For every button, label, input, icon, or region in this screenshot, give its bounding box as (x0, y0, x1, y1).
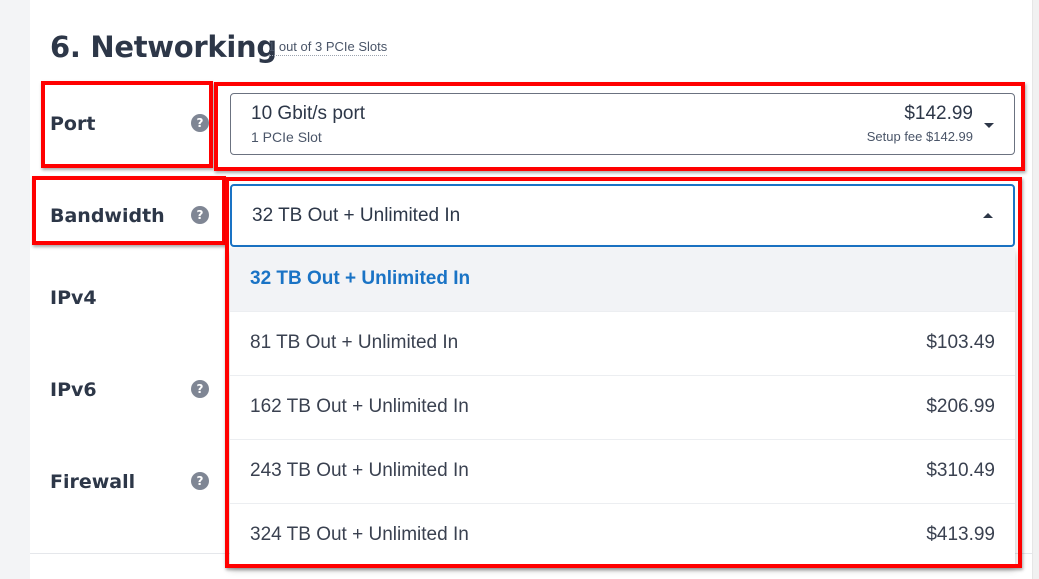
bandwidth-option-price: $206.99 (926, 396, 995, 417)
port-option-price: $142.99 (904, 103, 973, 124)
question-circle-icon[interactable]: ? (191, 380, 209, 398)
port-setup-fee: Setup fee $142.99 (866, 129, 973, 144)
bandwidth-option[interactable]: 162 TB Out + Unlimited In $206.99 (230, 376, 1015, 440)
port-select[interactable]: 10 Gbit/s port 1 PCIe Slot $142.99 Setup… (230, 93, 1015, 155)
bandwidth-dropdown-list: 32 TB Out + Unlimited In 81 TB Out + Unl… (230, 248, 1015, 565)
bandwidth-option[interactable]: 32 TB Out + Unlimited In (230, 248, 1015, 312)
bandwidth-option[interactable]: 324 TB Out + Unlimited In $413.99 (230, 504, 1015, 568)
caret-up-icon (983, 213, 993, 218)
page-background-left (0, 0, 30, 579)
question-circle-icon[interactable]: ? (191, 472, 209, 490)
bandwidth-select[interactable]: 32 TB Out + Unlimited In (230, 184, 1015, 247)
bandwidth-option-label: 32 TB Out + Unlimited In (250, 268, 471, 289)
bandwidth-option[interactable]: 81 TB Out + Unlimited In $103.49 (230, 312, 1015, 376)
pcie-slots-note[interactable]: 1 out of 3 PCIe Slots (268, 39, 388, 56)
ipv6-label: IPv6 (50, 379, 97, 401)
bandwidth-selected-value: 32 TB Out + Unlimited In (252, 205, 461, 226)
question-circle-icon[interactable]: ? (191, 206, 209, 224)
port-option-name: 10 Gbit/s port (251, 103, 366, 124)
bandwidth-option-label: 81 TB Out + Unlimited In (250, 332, 459, 353)
port-option-slots: 1 PCIe Slot (251, 129, 322, 145)
bandwidth-option[interactable]: 243 TB Out + Unlimited In $310.49 (230, 440, 1015, 504)
bandwidth-option-price: $310.49 (926, 460, 995, 481)
ipv4-label: IPv4 (50, 287, 97, 309)
question-circle-icon[interactable]: ? (191, 114, 209, 132)
bandwidth-option-label: 243 TB Out + Unlimited In (250, 460, 469, 481)
bandwidth-option-label: 324 TB Out + Unlimited In (250, 524, 469, 545)
port-label: Port (50, 113, 96, 135)
firewall-label: Firewall (50, 471, 136, 493)
section-title: 6. Networking (50, 30, 277, 64)
bandwidth-option-price: $413.99 (926, 524, 995, 545)
bandwidth-option-price: $103.49 (926, 332, 995, 353)
bandwidth-label: Bandwidth (50, 205, 165, 227)
caret-down-icon (984, 123, 994, 128)
bandwidth-option-label: 162 TB Out + Unlimited In (250, 396, 469, 417)
scrollbar-track[interactable] (1032, 0, 1039, 579)
